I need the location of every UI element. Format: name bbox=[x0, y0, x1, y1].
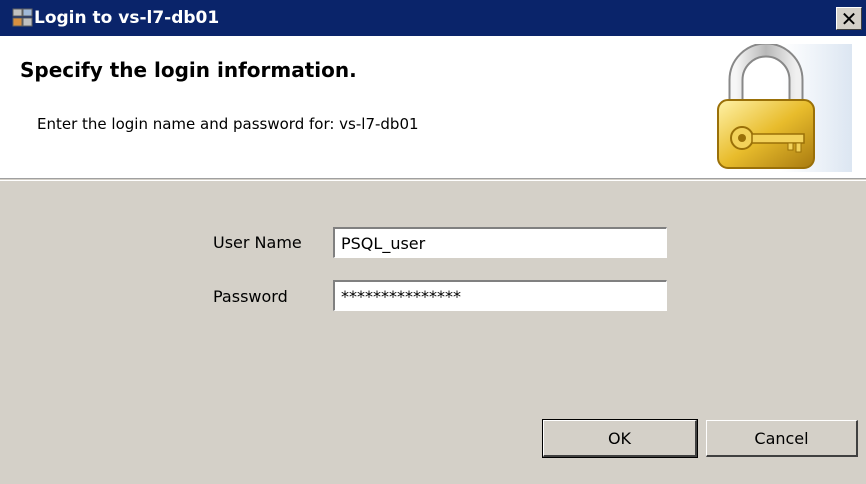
close-icon: ✕ bbox=[840, 6, 858, 31]
password-label: Password bbox=[213, 287, 288, 306]
header-divider bbox=[0, 180, 866, 181]
cancel-button-label: Cancel bbox=[754, 428, 809, 448]
page-title: Specify the login information. bbox=[20, 58, 357, 82]
ok-button-label: OK bbox=[607, 428, 632, 448]
header-description: Enter the login name and password for: v… bbox=[37, 115, 419, 133]
cancel-button[interactable]: Cancel bbox=[706, 420, 858, 457]
server-app-icon bbox=[12, 8, 34, 28]
username-field[interactable] bbox=[332, 226, 668, 259]
padlock-key-icon bbox=[712, 42, 852, 172]
close-button[interactable]: ✕ bbox=[836, 6, 862, 31]
dialog-header: Specify the login information. Enter the… bbox=[0, 36, 866, 179]
title-bar[interactable]: Login to vs-l7-db01 ✕ bbox=[0, 0, 866, 36]
ok-button[interactable]: OK bbox=[542, 419, 698, 458]
username-label: User Name bbox=[213, 233, 302, 252]
password-field[interactable] bbox=[332, 279, 668, 312]
window-title: Login to vs-l7-db01 bbox=[34, 8, 220, 28]
